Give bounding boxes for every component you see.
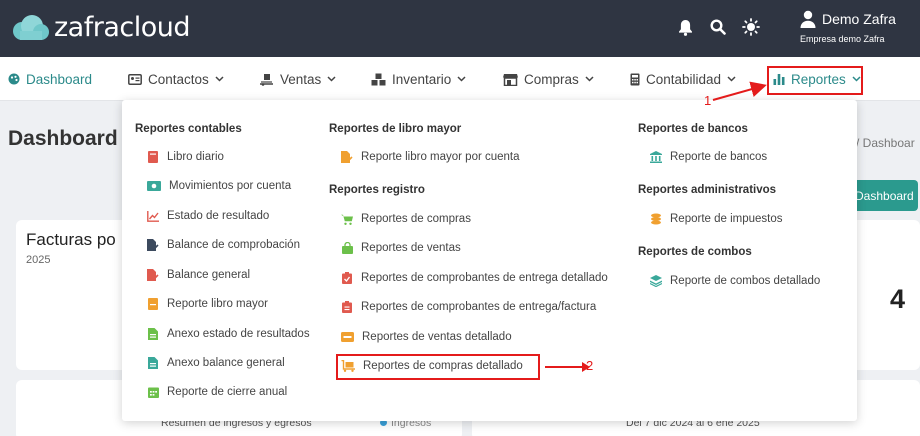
annotation-label-2: 2 xyxy=(586,358,594,373)
arrow-1 xyxy=(712,81,767,101)
annotation-label-1: 1 xyxy=(704,93,712,108)
annotation-arrows xyxy=(545,81,767,372)
